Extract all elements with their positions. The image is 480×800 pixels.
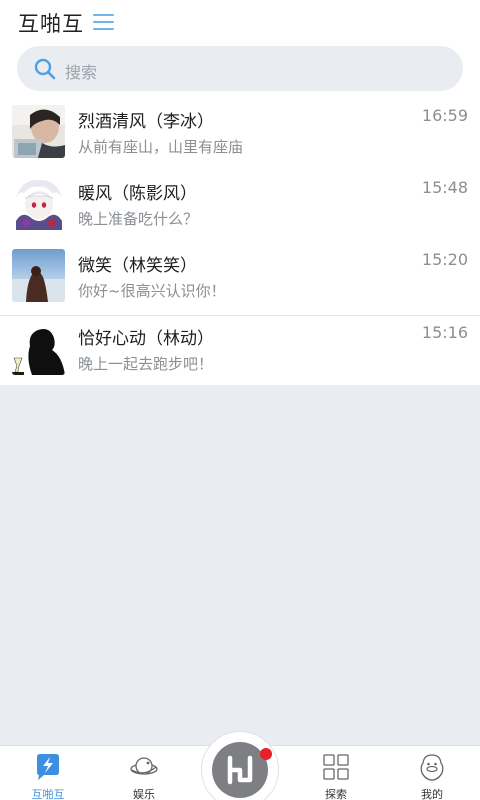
last-message: 你好~很高兴认识你！ (78, 282, 226, 300)
tab-label: 探索 (325, 788, 347, 800)
tab-label: 互啪互 (31, 788, 65, 800)
search-icon (34, 58, 56, 80)
app-title: 互啪互 (18, 12, 84, 36)
conversation-row[interactable]: 微笑（林笑笑） 你好~很高兴认识你！ 15:20 (0, 243, 480, 315)
tab-entertainment[interactable]: 娱乐 (96, 746, 192, 800)
contact-name: 恰好心动（林动） (78, 329, 214, 349)
conversation-row[interactable]: 恰好心动（林动） 晚上一起去跑步吧！ 15:16 (0, 315, 480, 387)
center-action-button[interactable] (201, 731, 279, 800)
tab-profile[interactable]: 我的 (384, 746, 480, 800)
conversation-row[interactable]: 暖风（陈影风） 晚上准备吃什么？ 15:48 (0, 171, 480, 243)
planet-icon (130, 757, 158, 775)
last-message: 晚上一起去跑步吧！ (78, 355, 214, 373)
tab-label: 我的 (421, 788, 443, 800)
avatar (12, 105, 65, 158)
tab-home[interactable]: 互啪互 (0, 746, 96, 800)
notification-dot (260, 748, 272, 760)
message-time: 16:59 (421, 106, 468, 125)
avatar (12, 249, 65, 302)
menu-icon[interactable] (93, 12, 115, 32)
conversation-list: 烈酒清风（李冰） 从前有座山，山里有座庙 16:59 暖风（陈影风） 晚上准备吃… (0, 99, 480, 387)
contact-name: 暖风（陈影风） (78, 184, 197, 204)
empty-background (0, 385, 480, 745)
search-bar[interactable]: 搜索 (17, 46, 463, 91)
lightning-chat-icon (37, 754, 59, 780)
contact-name: 微笑（林笑笑） (78, 256, 197, 276)
tab-label: 娱乐 (133, 788, 155, 800)
avatar (12, 177, 65, 230)
last-message: 晚上准备吃什么？ (78, 210, 199, 228)
message-time: 15:20 (421, 250, 468, 269)
search-placeholder: 搜索 (65, 63, 98, 82)
message-time: 15:16 (421, 323, 468, 342)
conversation-row[interactable]: 烈酒清风（李冰） 从前有座山，山里有座庙 16:59 (0, 99, 480, 171)
contact-name: 烈酒清风（李冰） (78, 112, 214, 132)
duck-avatar-icon (420, 754, 444, 781)
message-time: 15:48 (421, 178, 468, 197)
app-header: 互啪互 (0, 0, 480, 44)
app-logo-icon (227, 755, 253, 785)
grid-icon (323, 754, 349, 780)
last-message: 从前有座山，山里有座庙 (78, 138, 244, 156)
tab-explore[interactable]: 探索 (288, 746, 384, 800)
avatar (12, 322, 65, 375)
